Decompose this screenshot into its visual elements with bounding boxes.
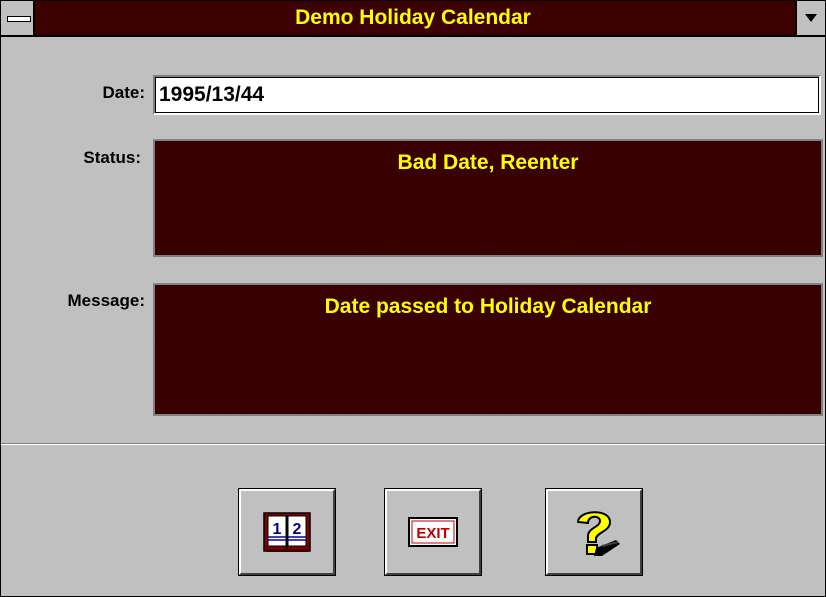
chevron-down-icon bbox=[805, 14, 817, 22]
system-menu-button[interactable] bbox=[1, 1, 35, 35]
calendar-book-icon: 1 2 bbox=[263, 512, 311, 552]
exit-label: EXIT bbox=[416, 525, 449, 542]
title-bar: Demo Holiday Calendar bbox=[1, 1, 825, 37]
help-question-icon bbox=[576, 511, 620, 556]
exit-button[interactable]: EXIT bbox=[384, 488, 482, 576]
calendar-digit-2: 2 bbox=[293, 521, 302, 538]
status-panel: Bad Date, Reenter bbox=[153, 139, 823, 257]
exit-sign-icon: EXIT bbox=[408, 517, 458, 547]
system-menu-icon bbox=[7, 16, 31, 22]
help-button[interactable] bbox=[545, 488, 643, 576]
message-panel: Date passed to Holiday Calendar bbox=[153, 283, 823, 416]
calendar-button[interactable]: 1 2 bbox=[238, 488, 336, 576]
date-field[interactable] bbox=[153, 75, 821, 115]
separator-line bbox=[1, 443, 825, 445]
calendar-digit-1: 1 bbox=[273, 521, 282, 538]
window-title: Demo Holiday Calendar bbox=[295, 6, 531, 29]
status-text: Bad Date, Reenter bbox=[397, 151, 579, 174]
date-label: Date: bbox=[102, 83, 145, 102]
holiday-calendar-window: Demo Holiday Calendar Date: Status: Bad … bbox=[0, 0, 826, 597]
minimize-button[interactable] bbox=[795, 1, 825, 35]
status-label: Status: bbox=[83, 148, 141, 167]
message-text: Date passed to Holiday Calendar bbox=[324, 295, 652, 318]
message-label: Message: bbox=[67, 291, 145, 310]
